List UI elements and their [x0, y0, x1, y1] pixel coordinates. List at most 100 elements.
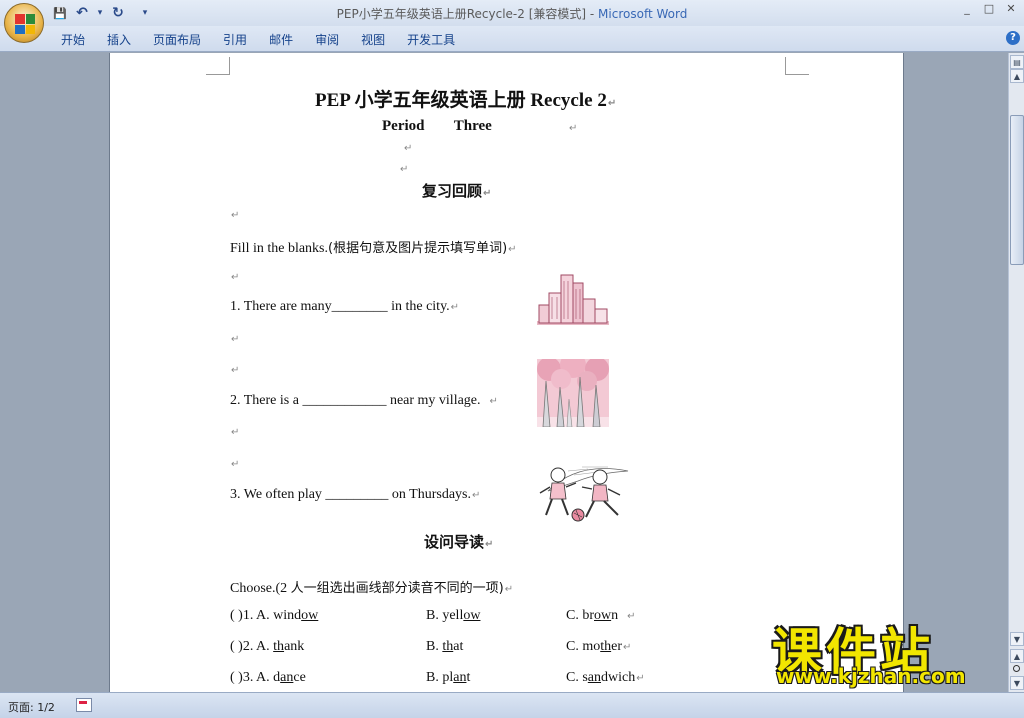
- option-a-rest: ce: [293, 670, 306, 685]
- window-title: PEP小学五年级英语上册Recycle-2 [兼容模式] - Microsoft…: [0, 5, 1024, 22]
- tab-home[interactable]: 开始: [50, 31, 96, 48]
- choice-number: ( )1. A.: [230, 608, 274, 623]
- watermark-logo: 课件站 www.kjzhan.com: [772, 612, 1004, 696]
- office-button[interactable]: [4, 3, 44, 43]
- paragraph-mark: ↵: [607, 98, 617, 109]
- paragraph-mark: ↵: [231, 334, 240, 345]
- document-workspace[interactable]: PEP 小学五年级英语上册 Recycle 2↵ Period Three ↵ …: [0, 53, 1008, 692]
- option-b: B. pl: [426, 670, 454, 685]
- select-browse-object-icon[interactable]: [1013, 665, 1020, 672]
- option-c-rest: dwich: [601, 670, 636, 685]
- document-title-text: PEP 小学五年级英语上册 Recycle 2: [315, 90, 607, 111]
- tab-page-layout[interactable]: 页面布局: [142, 31, 212, 48]
- paragraph-mark: ↵: [623, 642, 632, 653]
- paragraph-mark: ↵: [508, 244, 517, 255]
- choice-row-1-c: C. brown ↵: [566, 608, 636, 624]
- option-b-underlined: an: [453, 670, 467, 685]
- option-c: C. mo: [566, 639, 601, 654]
- question-2: 2. There is a ____________ near my villa…: [230, 393, 498, 409]
- tab-insert[interactable]: 插入: [96, 31, 142, 48]
- paragraph-mark: ↵: [627, 611, 636, 622]
- option-a-underlined: ow: [301, 608, 319, 623]
- margin-corner-top-left: [206, 57, 230, 75]
- option-a-rest: ank: [284, 639, 305, 654]
- instruction-fill-blanks: Fill in the blanks.(根据句意及图片提示填写单词)↵: [230, 237, 517, 257]
- document-name: PEP小学五年级英语上册Recycle-2 [兼容模式]: [336, 7, 587, 21]
- paragraph-mark: ↵: [489, 396, 498, 407]
- choice-row-3-b: B. plant: [426, 670, 470, 686]
- section-heading-review-text: 复习回顾: [422, 182, 483, 200]
- paragraph-mark: ↵: [504, 584, 514, 595]
- instruction-en: Choose.(2: [230, 581, 291, 596]
- instruction-choose: Choose.(2 人一组选出画线部分读音不同的一项)↵: [230, 577, 513, 597]
- question-1: 1. There are many________ in the city.↵: [230, 299, 459, 315]
- paragraph-mark: ↵: [231, 365, 240, 376]
- paragraph-mark: ↵: [483, 188, 492, 199]
- next-page-icon[interactable]: ▼: [1010, 676, 1024, 690]
- paragraph-mark: ↵: [472, 490, 481, 501]
- option-b-underlined: ow: [463, 608, 481, 623]
- tab-mailings[interactable]: 邮件: [258, 31, 304, 48]
- option-c-underlined: an: [587, 670, 602, 685]
- proofing-status-icon[interactable]: [76, 698, 92, 712]
- choice-number: ( )2. A.: [230, 639, 274, 654]
- document-page[interactable]: PEP 小学五年级英语上册 Recycle 2↵ Period Three ↵ …: [109, 53, 904, 692]
- section-heading-guided-reading-text: 设问导读: [424, 533, 485, 551]
- city-buildings-picture: [537, 274, 609, 325]
- option-b-rest: t: [466, 670, 471, 685]
- option-c: C. s: [566, 670, 588, 685]
- forest-picture: [537, 359, 609, 427]
- close-button[interactable]: ✕: [1004, 2, 1018, 15]
- option-c-rest: er: [611, 639, 623, 654]
- minimize-button[interactable]: _: [960, 2, 974, 15]
- option-c-rest: n: [611, 608, 619, 623]
- ribbon-tabs: 开始 插入 页面布局 引用 邮件 审阅 视图 开发工具 ?: [0, 26, 1024, 52]
- paragraph-mark: ↵: [450, 302, 460, 313]
- help-icon[interactable]: ?: [1006, 31, 1020, 45]
- ruler-toggle-icon[interactable]: ▤: [1010, 55, 1024, 69]
- option-a: wind: [273, 608, 302, 623]
- app-name: Microsoft Word: [598, 7, 688, 21]
- choice-row-1: ( )1. A. window: [230, 608, 318, 624]
- vertical-scrollbar[interactable]: ▤ ▲ ▼ ▲ ▼: [1008, 53, 1024, 692]
- page-count[interactable]: 页面: 1/2: [8, 699, 55, 715]
- previous-page-icon[interactable]: ▲: [1010, 649, 1024, 663]
- instruction-en: Fill in the blanks.: [230, 241, 328, 256]
- option-a-underlined: th: [273, 639, 285, 654]
- tab-review[interactable]: 审阅: [304, 31, 350, 48]
- choice-number: ( )3. A.: [230, 670, 274, 685]
- section-heading-review: 复习回顾↵: [422, 180, 491, 201]
- tab-view[interactable]: 视图: [350, 31, 396, 48]
- paragraph-mark: ↵: [231, 459, 240, 470]
- window-controls: _ □ ✕: [960, 2, 1018, 15]
- kids-playing-football-picture: [539, 466, 629, 522]
- tab-references[interactable]: 引用: [212, 31, 258, 48]
- period-line: Period Three: [382, 118, 492, 135]
- choice-row-3: ( )3. A. dance: [230, 670, 306, 686]
- option-b: B.: [426, 639, 443, 654]
- option-a-underlined: an: [280, 670, 294, 685]
- option-b: B. yell: [426, 608, 464, 623]
- option-c-underlined: ow: [594, 608, 612, 623]
- scroll-up-icon[interactable]: ▲: [1010, 69, 1024, 83]
- option-c-underlined: th: [600, 639, 612, 654]
- paragraph-mark: ↵: [400, 164, 409, 175]
- option-b-underlined: th: [442, 639, 454, 654]
- question-3-text: 3. We often play _________ on Thursdays.: [230, 487, 471, 502]
- scroll-down-icon[interactable]: ▼: [1010, 632, 1024, 646]
- paragraph-mark: ↵: [231, 427, 240, 438]
- section-heading-guided-reading: 设问导读↵: [424, 531, 493, 552]
- question-3: 3. We often play _________ on Thursdays.…: [230, 487, 480, 503]
- paragraph-mark: ↵: [231, 210, 240, 221]
- scrollbar-thumb[interactable]: [1010, 115, 1024, 265]
- paragraph-mark: ↵: [231, 272, 240, 283]
- period-value: Three: [453, 118, 492, 134]
- maximize-button[interactable]: □: [982, 2, 996, 15]
- choice-row-2-c: C. mother↵: [566, 639, 631, 655]
- paragraph-mark: ↵: [569, 123, 578, 134]
- option-b-rest: at: [453, 639, 464, 654]
- tab-developer[interactable]: 开发工具: [396, 31, 466, 48]
- title-separator: -: [586, 7, 599, 21]
- instruction-cn: 人一组选出画线部分读音不同的一项): [290, 581, 504, 596]
- choice-row-2-b: B. that: [426, 639, 463, 655]
